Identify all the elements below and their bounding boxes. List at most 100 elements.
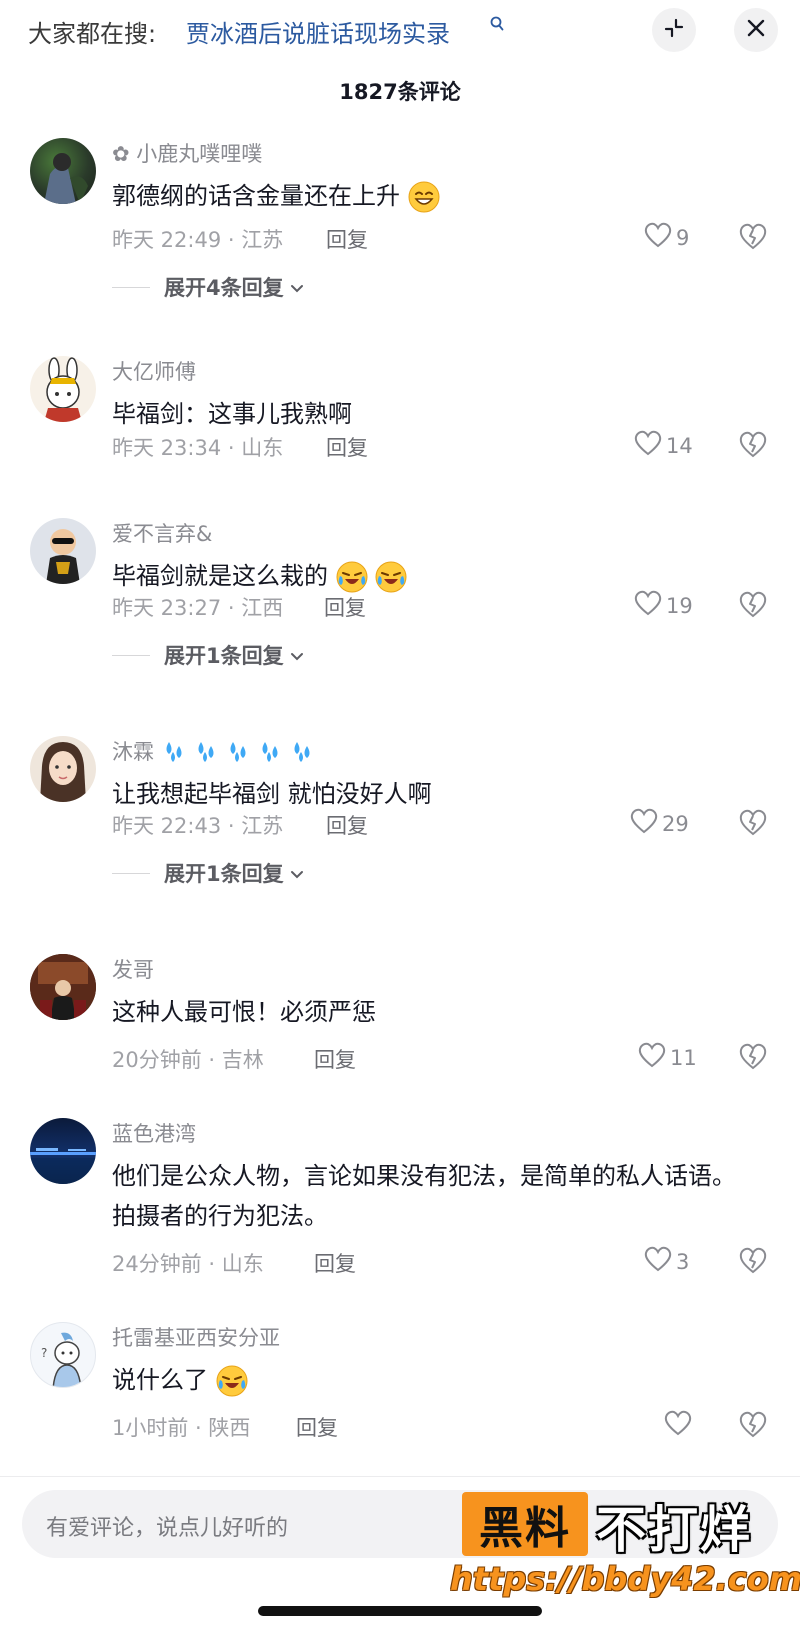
- dislike-button[interactable]: [738, 1410, 768, 1440]
- comment-username[interactable]: 托雷基亚西安分亚: [112, 1322, 280, 1352]
- comment-text: 说什么了: [112, 1360, 762, 1400]
- comment-item: ? 托雷基亚西安分亚 说什么了 1小时前 · 陕西 回复: [0, 1322, 800, 1442]
- comment-item: ✿ 小鹿丸噗哩噗 郭德纲的话含金量还在上升 昨天 22:49 · 江苏 回复 9…: [0, 138, 800, 308]
- search-suggestion-link[interactable]: 贾冰酒后说脏话现场实录: [186, 14, 450, 49]
- chevron-down-icon: [290, 861, 304, 885]
- avatar[interactable]: [30, 138, 96, 204]
- expand-replies-button[interactable]: 展开4条回复: [112, 272, 304, 302]
- reply-button[interactable]: 回复: [326, 432, 368, 462]
- like-button[interactable]: 9: [644, 222, 689, 253]
- broken-heart-icon: [738, 1247, 768, 1278]
- avatar[interactable]: ?: [30, 1322, 96, 1388]
- like-button[interactable]: 29: [630, 808, 689, 839]
- like-button[interactable]: 3: [644, 1246, 689, 1277]
- reply-button[interactable]: 回复: [324, 592, 366, 622]
- expand-replies-button[interactable]: 展开1条回复: [112, 640, 304, 670]
- heart-icon: [634, 430, 662, 461]
- reply-button[interactable]: 回复: [314, 1248, 356, 1278]
- comment-username[interactable]: 发哥: [112, 954, 154, 984]
- heart-icon: [630, 808, 658, 839]
- heart-icon: [638, 1042, 666, 1073]
- watermark-word: 不打烊: [596, 1501, 752, 1559]
- watermark-logo: 黑料: [462, 1492, 588, 1556]
- sweat-droplets-emoji-icon: [161, 738, 321, 769]
- avatar[interactable]: [30, 1118, 96, 1184]
- home-indicator[interactable]: [258, 1606, 542, 1616]
- watermark-logo-text: 黑料: [479, 1503, 571, 1554]
- reply-button[interactable]: 回复: [314, 1044, 356, 1074]
- chevron-down-icon: [290, 275, 304, 299]
- comment-text: 郭德纲的话含金量还在上升: [112, 176, 762, 216]
- like-count: 3: [676, 1249, 690, 1274]
- broken-heart-icon: [738, 1043, 768, 1074]
- comment-text-content: 毕福剑就是这么栽的: [112, 562, 328, 590]
- reply-button[interactable]: 回复: [326, 810, 368, 840]
- comment-item: 发哥 这种人最可恨！必须严惩 20分钟前 · 吉林 回复 11: [0, 954, 800, 1074]
- chevron-down-icon: [290, 643, 304, 667]
- avatar[interactable]: [30, 356, 96, 422]
- expand-divider: [112, 286, 150, 288]
- comment-count: 1827条评论: [339, 80, 461, 104]
- crying-laughing-emoji-icon: [375, 561, 407, 593]
- expand-replies-label: 展开4条回复: [164, 276, 284, 300]
- comment-username[interactable]: 沐霖: [112, 736, 321, 769]
- comment-text: 他们是公众人物，言论如果没有犯法，是简单的私人话语。拍摄者的行为犯法。: [112, 1162, 736, 1230]
- comment-text: 这种人最可恨！必须严惩: [112, 998, 376, 1026]
- heart-icon: [634, 590, 662, 621]
- dislike-button[interactable]: [738, 430, 768, 460]
- avatar[interactable]: [30, 736, 96, 802]
- broken-heart-icon: [738, 809, 768, 840]
- comment-meta: 20分钟前 · 吉林: [112, 1048, 264, 1072]
- watermark-url: https://bbdy42.com: [450, 1560, 800, 1598]
- dislike-button[interactable]: [738, 1042, 768, 1072]
- comment-meta: 昨天 23:27 · 江西: [112, 596, 284, 620]
- crying-laughing-emoji-icon: [216, 1365, 248, 1397]
- expand-replies-button[interactable]: 展开1条回复: [112, 858, 304, 888]
- comment-username[interactable]: ✿ 小鹿丸噗哩噗: [112, 138, 262, 168]
- comment-meta: 昨天 22:49 · 江苏: [112, 228, 284, 252]
- comment-username[interactable]: 爱不言弃&: [112, 518, 212, 548]
- like-button[interactable]: 19: [634, 590, 693, 621]
- reply-button[interactable]: 回复: [296, 1412, 338, 1442]
- comment-item: 大亿师傅 毕福剑：这事儿我熟啊 昨天 23:34 · 山东 回复 14: [0, 356, 800, 476]
- expand-divider: [112, 872, 150, 874]
- comment-text-content: 说什么了: [112, 1366, 208, 1394]
- like-count: 14: [666, 433, 693, 458]
- dislike-button[interactable]: [738, 808, 768, 838]
- comment-item: 沐霖 让我想起毕福剑 就怕没好人啊 昨天 22:43 · 江苏 回复 29 展开…: [0, 736, 800, 906]
- dislike-button[interactable]: [738, 222, 768, 252]
- like-count: 9: [676, 225, 690, 250]
- comment-meta: 24分钟前 · 山东: [112, 1252, 264, 1276]
- broken-heart-icon: [738, 1411, 768, 1442]
- comment-meta: 昨天 22:43 · 江苏: [112, 814, 284, 838]
- grin-emoji-icon: [408, 181, 440, 213]
- search-icon: [490, 16, 504, 36]
- comment-username[interactable]: 蓝色港湾: [112, 1118, 196, 1148]
- like-button[interactable]: [664, 1410, 696, 1441]
- close-button[interactable]: [734, 8, 778, 52]
- broken-heart-icon: [738, 591, 768, 622]
- like-button[interactable]: 14: [634, 430, 693, 461]
- comment-text-content: 郭德纲的话含金量还在上升: [112, 182, 400, 210]
- heart-icon: [664, 1410, 692, 1441]
- close-icon: [746, 18, 766, 42]
- comment-input-placeholder: 有爱评论，说点儿好听的: [46, 1516, 289, 1541]
- search-suggestion-prefix: 大家都在搜:: [28, 20, 157, 48]
- collapse-icon: [663, 17, 685, 43]
- dislike-button[interactable]: [738, 590, 768, 620]
- dislike-button[interactable]: [738, 1246, 768, 1276]
- heart-icon: [644, 222, 672, 253]
- comment-item: 爱不言弃& 毕福剑就是这么栽的 昨天 23:27 · 江西 回复 19 展开1条…: [0, 518, 800, 688]
- expand-replies-label: 展开1条回复: [164, 644, 284, 668]
- like-count: 29: [662, 811, 689, 836]
- reply-button[interactable]: 回复: [326, 224, 368, 254]
- like-button[interactable]: 11: [638, 1042, 697, 1073]
- broken-heart-icon: [738, 431, 768, 462]
- expand-replies-label: 展开1条回复: [164, 862, 284, 886]
- avatar[interactable]: [30, 954, 96, 1020]
- collapse-button[interactable]: [652, 8, 696, 52]
- comment-username-text: 沐霖: [112, 740, 154, 764]
- heart-icon: [644, 1246, 672, 1277]
- comment-username[interactable]: 大亿师傅: [112, 356, 196, 386]
- avatar[interactable]: [30, 518, 96, 584]
